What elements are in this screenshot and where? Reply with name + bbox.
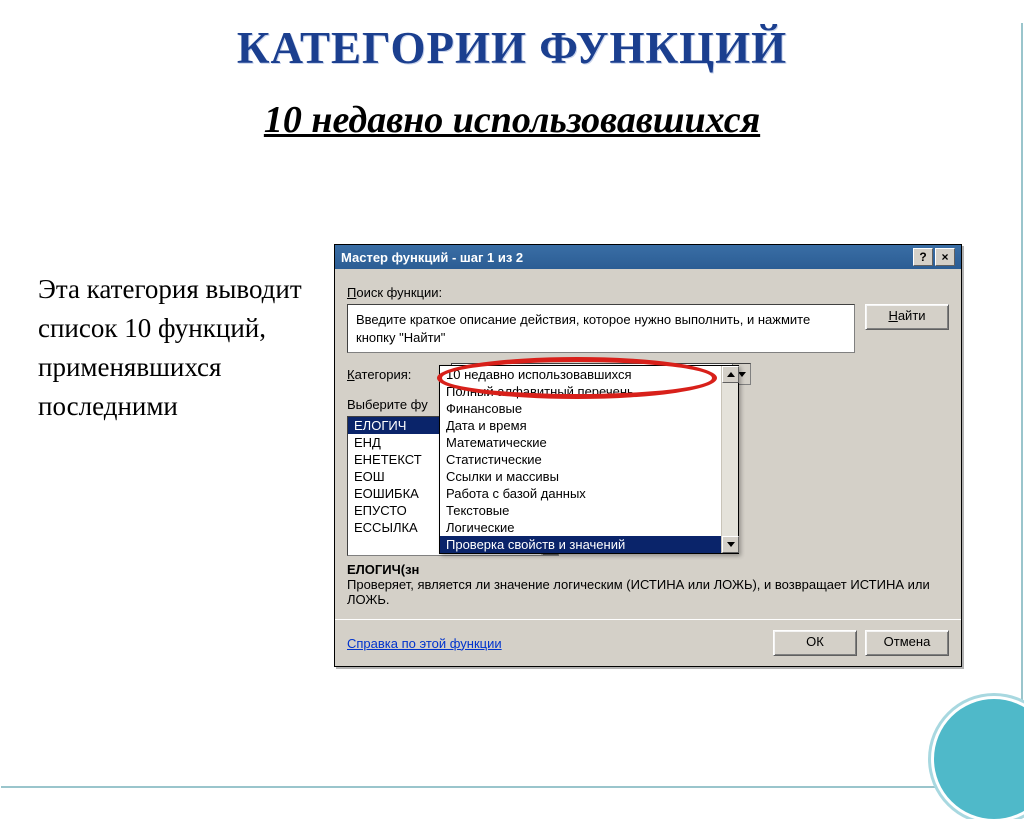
cancel-button[interactable]: Отмена [865,630,949,656]
corner-decoration [934,699,1024,819]
dropdown-item[interactable]: Финансовые [440,400,738,417]
category-label: Категория: [347,367,443,382]
dropdown-item[interactable]: Проверка свойств и значений [440,536,738,553]
close-button[interactable]: × [935,248,955,266]
slide-title: КАТЕГОРИИ ФУНКЦИЙ [0,22,1024,74]
scroll-down-icon[interactable] [722,536,739,553]
dialog-footer: Справка по этой функции ОК Отмена [335,619,961,666]
function-wizard-dialog: Мастер функций - шаг 1 из 2 ? × Поиск фу… [334,244,962,667]
find-button[interactable]: Найти [865,304,949,330]
search-input[interactable]: Введите краткое описание действия, котор… [347,304,855,353]
scroll-up-icon[interactable] [722,366,739,383]
function-description: Проверяет, является ли значение логическ… [347,577,949,607]
dialog-titlebar[interactable]: Мастер функций - шаг 1 из 2 ? × [335,245,961,269]
scrollbar[interactable] [721,366,738,553]
dialog-body: Поиск функции: Введите краткое описание … [335,269,961,619]
slide: КАТЕГОРИИ ФУНКЦИЙ 10 недавно использовав… [0,22,1024,789]
search-label: Поиск функции: [347,285,949,300]
dropdown-item[interactable]: Текстовые [440,502,738,519]
help-link[interactable]: Справка по этой функции [347,636,502,651]
dropdown-item[interactable]: Работа с базой данных [440,485,738,502]
category-dropdown-open[interactable]: 10 недавно использовавшихся Полный алфав… [439,365,739,554]
search-row: Введите краткое описание действия, котор… [347,304,949,353]
dropdown-item[interactable]: Ссылки и массивы [440,468,738,485]
dropdown-item[interactable]: Дата и время [440,417,738,434]
function-signature: ЕЛОГИЧ(зн [347,562,949,577]
dropdown-item[interactable]: Логические [440,519,738,536]
function-description-block: ЕЛОГИЧ(зн Проверяет, является ли значени… [347,562,949,607]
ok-button[interactable]: ОК [773,630,857,656]
slide-subtitle: 10 недавно использовавшихся [0,98,1024,142]
dropdown-item[interactable]: 10 недавно использовавшихся [440,366,738,383]
help-button[interactable]: ? [913,248,933,266]
footer-buttons: ОК Отмена [773,630,949,656]
slide-body-text: Эта категория выводит список 10 функций,… [38,270,328,427]
dropdown-item[interactable]: Полный алфавитный перечень [440,383,738,400]
dialog-title: Мастер функций - шаг 1 из 2 [341,250,911,265]
dropdown-item[interactable]: Статистические [440,451,738,468]
dropdown-item[interactable]: Математические [440,434,738,451]
